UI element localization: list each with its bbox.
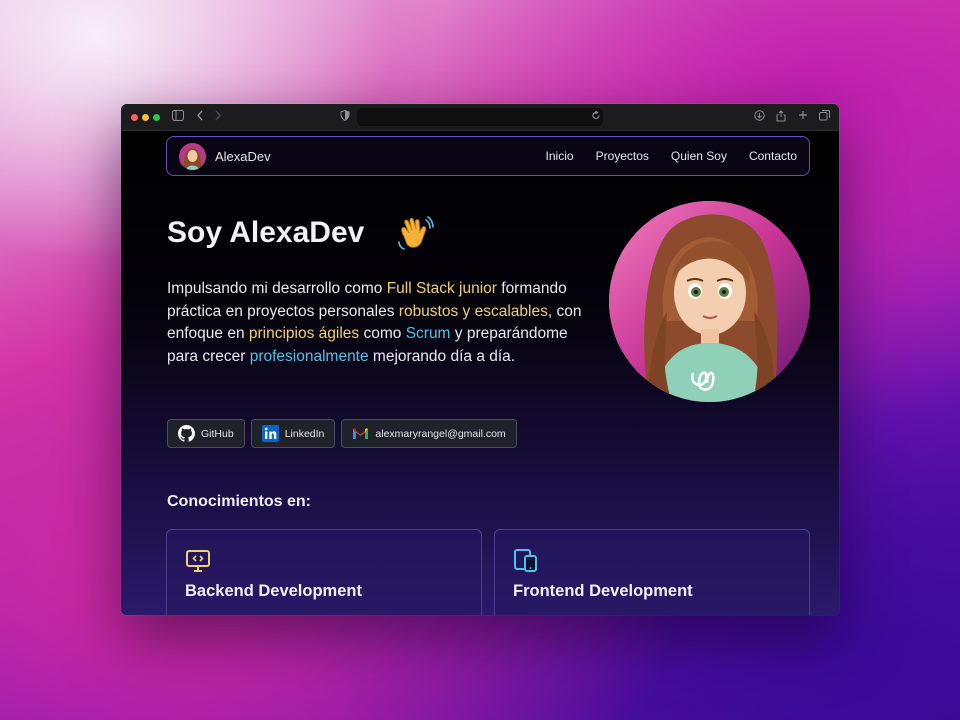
- minimize-window-button[interactable]: [142, 114, 149, 121]
- linkedin-icon: [261, 425, 279, 442]
- skills-section-title: Conocimientos en:: [167, 493, 312, 510]
- brand-name[interactable]: AlexaDev: [215, 149, 271, 164]
- browser-window: AlexaDev Inicio Proyectos Quien Soy Cont…: [121, 104, 839, 615]
- highlight-profesionalmente: profesionalmente: [249, 347, 369, 365]
- tab-overview-icon[interactable]: [819, 110, 830, 125]
- reload-icon[interactable]: [591, 110, 601, 125]
- address-bar[interactable]: [357, 108, 603, 126]
- skill-card-title: Backend Development: [185, 582, 362, 600]
- privacy-shield-icon[interactable]: [340, 109, 350, 125]
- nav-link-contacto[interactable]: Contacto: [749, 149, 797, 163]
- skill-card-frontend[interactable]: Frontend Development: [494, 529, 810, 615]
- github-button[interactable]: GitHub: [167, 419, 245, 448]
- downloads-icon[interactable]: [754, 110, 765, 125]
- browser-titlebar: [121, 104, 839, 131]
- close-window-button[interactable]: [131, 114, 138, 121]
- highlight-robustos: robustos y escalables: [398, 302, 548, 320]
- back-icon[interactable]: [196, 110, 204, 125]
- site-navbar: AlexaDev Inicio Proyectos Quien Soy Cont…: [166, 136, 810, 176]
- new-tab-icon[interactable]: [798, 110, 808, 124]
- github-label: GitHub: [201, 427, 234, 440]
- email-label: alexmaryrangel@gmail.com: [375, 427, 506, 440]
- highlight-scrum: Scrum: [405, 325, 451, 342]
- highlight-principios: principios ágiles: [248, 325, 360, 342]
- nav-link-proyectos[interactable]: Proyectos: [596, 149, 649, 163]
- hero-text-segment: como: [359, 325, 406, 342]
- brand-avatar[interactable]: [179, 143, 206, 170]
- linkedin-label: LinkedIn: [284, 427, 325, 440]
- sidebar-toggle-icon[interactable]: [172, 110, 184, 125]
- waving-hand-icon: [396, 216, 434, 259]
- gmail-icon: [352, 425, 369, 442]
- web-page: AlexaDev Inicio Proyectos Quien Soy Cont…: [121, 132, 839, 615]
- share-icon[interactable]: [776, 110, 786, 126]
- devices-icon: [513, 548, 539, 574]
- email-button[interactable]: alexmaryrangel@gmail.com: [341, 419, 517, 448]
- nav-links: Inicio Proyectos Quien Soy Contacto: [546, 149, 797, 163]
- monitor-code-icon: [185, 548, 211, 574]
- github-icon: [178, 425, 195, 442]
- social-buttons: GitHub LinkedIn alexmaryrangel@gmail.com: [167, 419, 517, 448]
- skill-card-backend[interactable]: Backend Development: [166, 529, 482, 615]
- nav-link-quien-soy[interactable]: Quien Soy: [671, 149, 727, 163]
- hero-description: Impulsando mi desarrollo como Full Stack…: [167, 278, 587, 368]
- skill-card-title: Frontend Development: [513, 582, 693, 600]
- linkedin-button[interactable]: LinkedIn: [250, 419, 336, 448]
- forward-icon[interactable]: [214, 110, 222, 125]
- hero-text-segment: Impulsando mi desarrollo como: [167, 280, 387, 297]
- zoom-window-button[interactable]: [153, 114, 160, 121]
- profile-portrait: [609, 201, 810, 402]
- hero-title: Soy AlexaDev: [167, 216, 365, 249]
- nav-link-inicio[interactable]: Inicio: [546, 149, 574, 163]
- hero-text-segment: mejorando día a día.: [368, 347, 516, 365]
- highlight-full-stack: Full Stack junior: [386, 280, 497, 297]
